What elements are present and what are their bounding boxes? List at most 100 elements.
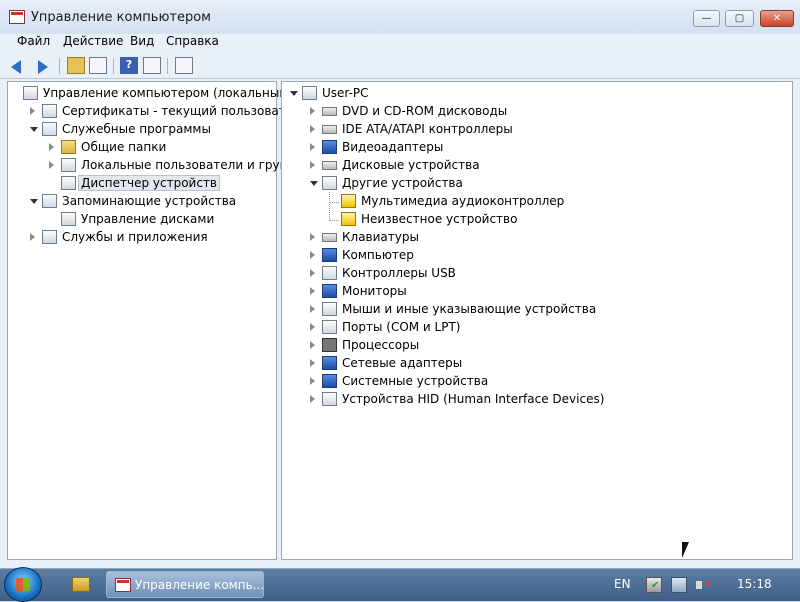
device-manager-icon bbox=[61, 176, 76, 190]
scan-hardware-icon[interactable] bbox=[175, 57, 193, 74]
expand-arrow-icon[interactable] bbox=[49, 161, 54, 169]
window-title: Управление компьютером bbox=[31, 10, 211, 25]
toolbar-separator bbox=[113, 58, 114, 74]
ide-controller-icon bbox=[322, 125, 337, 134]
tree-item-label: Мониторы bbox=[342, 284, 407, 298]
collapse-arrow-icon[interactable] bbox=[30, 199, 38, 204]
monitor-icon bbox=[322, 284, 337, 298]
expand-arrow-icon[interactable] bbox=[310, 395, 315, 403]
show-hide-tree-icon[interactable] bbox=[89, 57, 107, 74]
computer-management-icon bbox=[115, 578, 131, 592]
collapse-arrow-icon[interactable] bbox=[310, 181, 318, 186]
title-bar[interactable]: Управление компьютером — ▢ ✕ bbox=[0, 0, 800, 34]
warning-device-icon bbox=[341, 194, 356, 208]
tree-item-label: Видеоадаптеры bbox=[342, 140, 444, 154]
tree-item-label: Мыши и иные указывающие устройства bbox=[342, 302, 597, 316]
expand-arrow-icon[interactable] bbox=[30, 233, 35, 241]
maximize-button[interactable]: ▢ bbox=[725, 10, 754, 27]
properties-icon[interactable] bbox=[143, 57, 161, 74]
hid-icon bbox=[322, 392, 337, 406]
tree-item-label: Дисковые устройства bbox=[342, 158, 480, 172]
taskbar: Управление компь... EN 15:18 bbox=[0, 567, 800, 602]
expand-arrow-icon[interactable] bbox=[310, 323, 315, 331]
tree-item-label: Клавиатуры bbox=[342, 230, 419, 244]
expand-arrow-icon[interactable] bbox=[310, 359, 315, 367]
keyboard-icon bbox=[322, 233, 337, 242]
tree-item-label: Общие папки bbox=[81, 140, 167, 154]
menu-view[interactable]: Вид bbox=[130, 34, 154, 48]
tree-item-label: Системные устройства bbox=[342, 374, 489, 388]
network-adapter-icon bbox=[322, 356, 337, 370]
forward-icon[interactable] bbox=[38, 60, 48, 74]
tree-item-label: DVD и CD-ROM дисководы bbox=[342, 104, 508, 118]
port-icon bbox=[322, 320, 337, 334]
disk-drive-icon bbox=[322, 161, 337, 170]
other-devices-icon bbox=[322, 176, 337, 190]
tree-item-label: User-PC bbox=[322, 86, 369, 100]
computer-icon bbox=[302, 86, 317, 100]
expand-arrow-icon[interactable] bbox=[30, 107, 35, 115]
network-icon[interactable] bbox=[671, 577, 687, 593]
back-icon[interactable] bbox=[11, 60, 21, 74]
tree-item-label: Сетевые адаптеры bbox=[342, 356, 463, 370]
tools-icon bbox=[42, 122, 57, 136]
disk-management-icon bbox=[61, 212, 76, 226]
expand-arrow-icon[interactable] bbox=[310, 287, 315, 295]
action-center-icon[interactable] bbox=[646, 577, 662, 593]
tree-connector bbox=[329, 220, 339, 221]
tree-item-label: IDE ATA/ATAPI контроллеры bbox=[342, 122, 513, 136]
tree-item-label: Другие устройства bbox=[342, 176, 463, 190]
tree-item-label: Запоминающие устройства bbox=[62, 194, 237, 208]
tree-item-label: Службы и приложения bbox=[62, 230, 208, 244]
taskbar-button-label: Управление компь... bbox=[135, 578, 265, 592]
menu-action[interactable]: Действие bbox=[63, 34, 123, 48]
expand-arrow-icon[interactable] bbox=[310, 233, 315, 241]
tree-item-label: Управление компьютером (локальным) bbox=[43, 86, 294, 100]
expand-arrow-icon[interactable] bbox=[310, 107, 315, 115]
console-tree-panel: Управление компьютером (локальным) Сертиф… bbox=[7, 81, 308, 560]
start-button[interactable] bbox=[4, 567, 42, 602]
tree-connector bbox=[329, 202, 339, 203]
mouse-icon bbox=[322, 302, 337, 316]
expand-arrow-icon[interactable] bbox=[310, 143, 315, 151]
expand-arrow-icon[interactable] bbox=[310, 305, 315, 313]
computer-management-icon bbox=[9, 10, 25, 24]
expand-arrow-icon[interactable] bbox=[310, 341, 315, 349]
language-indicator[interactable]: EN bbox=[614, 577, 631, 591]
up-folder-icon[interactable] bbox=[67, 57, 85, 74]
expand-arrow-icon[interactable] bbox=[310, 377, 315, 385]
tree-item-label: Служебные программы bbox=[62, 122, 211, 136]
storage-icon bbox=[42, 194, 57, 208]
menu-bar: Файл Действие Вид Справка bbox=[0, 32, 800, 51]
volume-muted-icon[interactable] bbox=[695, 577, 712, 593]
computer-management-icon bbox=[23, 86, 38, 100]
expand-arrow-icon[interactable] bbox=[49, 143, 54, 151]
minimize-button[interactable]: — bbox=[693, 10, 720, 27]
expand-arrow-icon[interactable] bbox=[310, 269, 315, 277]
mouse-cursor-icon bbox=[682, 542, 689, 558]
menu-file[interactable]: Файл bbox=[17, 34, 50, 48]
system-devices-icon bbox=[322, 374, 337, 388]
tree-item-label: Управление дисками bbox=[81, 212, 215, 226]
tree-item-label: Диспетчер устройств bbox=[77, 175, 221, 191]
collapse-arrow-icon[interactable] bbox=[290, 91, 298, 96]
tree-item-label: Компьютер bbox=[342, 248, 414, 262]
device-tree-panel: User-PC DVD и CD-ROM дисководы IDE ATA/ATA… bbox=[281, 81, 793, 560]
close-button[interactable]: ✕ bbox=[760, 10, 794, 27]
expand-arrow-icon[interactable] bbox=[310, 251, 315, 259]
tree-item-label: Локальные пользователи и группы bbox=[81, 158, 305, 172]
expand-arrow-icon[interactable] bbox=[310, 161, 315, 169]
taskbar-button-computer-management[interactable]: Управление компь... bbox=[106, 571, 264, 598]
toolbar-separator bbox=[59, 58, 60, 74]
collapse-arrow-icon[interactable] bbox=[30, 127, 38, 132]
expand-arrow-icon[interactable] bbox=[310, 125, 315, 133]
menu-help[interactable]: Справка bbox=[166, 34, 219, 48]
video-adapter-icon bbox=[322, 140, 337, 154]
help-icon[interactable]: ? bbox=[120, 57, 138, 74]
explorer-icon[interactable] bbox=[72, 577, 90, 592]
tree-item-label: Мультимедиа аудиоконтроллер bbox=[361, 194, 565, 208]
clock[interactable]: 15:18 bbox=[737, 577, 772, 591]
tree-item-label: Сертификаты - текущий пользователь bbox=[62, 104, 308, 118]
tree-item-label: Контроллеры USB bbox=[342, 266, 456, 280]
usb-icon bbox=[322, 266, 337, 280]
